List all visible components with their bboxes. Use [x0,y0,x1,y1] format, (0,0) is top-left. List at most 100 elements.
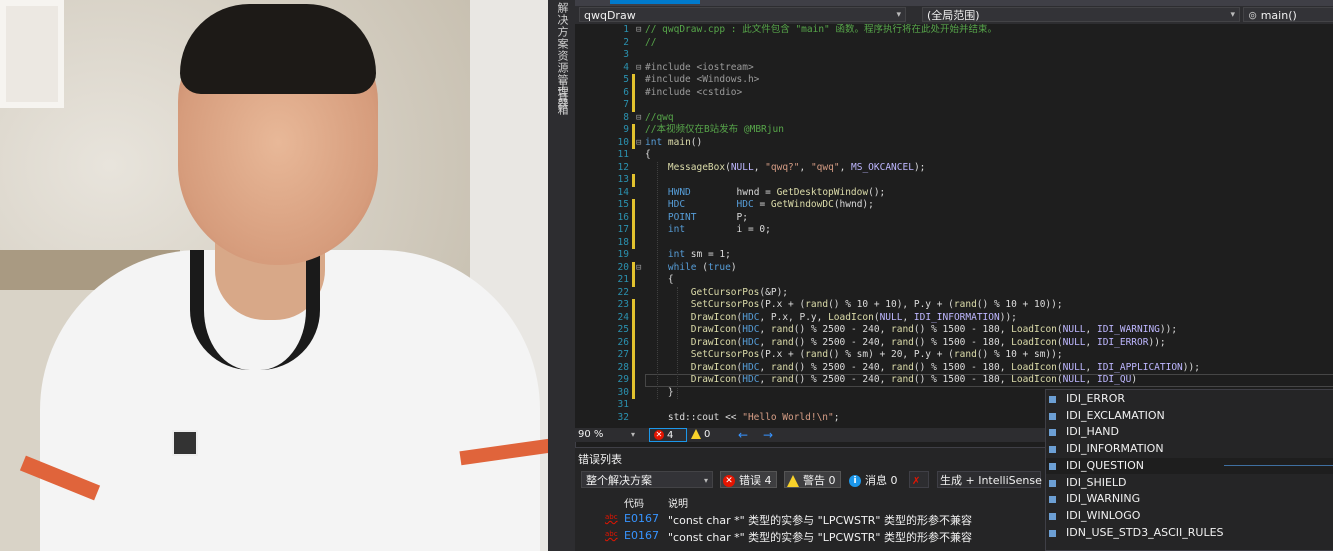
change-marker [632,261,635,274]
zoom-level: 90 % [578,429,604,440]
intellisense-item[interactable]: IDI_INFORMATION [1046,441,1333,458]
code-editor[interactable]: 1 ⊟ 2 3 4 ⊟ 5 6 7 8 ⊟ 9 10 ⊟ 11 12 13 14 15 16 17 18 19 20 ⊟ 21 22… [575,24,1333,428]
change-marker [632,211,635,224]
error-list-title: 错误列表 [578,453,622,466]
errors-filter-button[interactable]: ✕ 错误 4 [720,471,777,488]
change-marker [632,124,635,137]
scope-dropdown-label: (全局范围) [927,9,980,22]
change-marker [632,224,635,237]
line-number: 21 [617,274,629,285]
line-number: 22 [617,286,629,298]
intellisense-popup[interactable]: IDI_ERROR IDI_EXCLAMATION IDI_HAND IDI_INFO… [1045,389,1333,551]
line-number: 19 [617,249,629,260]
intellisense-item[interactable]: IDI_HAND [1046,424,1333,441]
warning-count-indicator[interactable]: 0 [691,428,710,442]
info-icon: i [849,475,861,487]
line-number-gutter: 1 ⊟ 2 3 4 ⊟ 5 6 7 8 ⊟ 9 10 ⊟ 11 12 13 14 15 16 17 18 19 20 ⊟ 21 22… [575,24,645,428]
change-marker [632,199,635,212]
line-number: 32 [617,411,629,423]
line-number: 2 [623,36,629,48]
fold-toggle-icon[interactable]: ⊟ [636,112,644,125]
column-description-header[interactable]: 说明 [668,495,688,510]
line-number: 25 [617,324,629,335]
intellisense-item[interactable]: IDI_SHIELD [1046,475,1333,492]
previous-error-arrow-icon[interactable]: ← [738,428,748,442]
intellisense-item[interactable]: IDN_USE_STD3_ASCII_RULES [1046,525,1333,542]
change-marker [632,311,635,324]
intellisense-item[interactable]: IDI_ERROR [1046,391,1333,408]
line-number: 3 [623,49,629,60]
code-line: int sm = 1; [667,249,731,260]
intellisense-item-label: IDI_QUESTION [1066,458,1144,472]
filter-icon: ✗ [912,476,921,487]
code-line: DrawIcon(HDC, rand() % 2500 - 240, rand(… [690,336,1166,348]
project-dropdown-label: qwqDraw [584,9,636,22]
code-line: // qwqDraw.cpp : 此文件包含 "main" 函数。程序执行将在此… [645,24,997,35]
scope-dropdown[interactable]: (全局范围) ▾ [922,7,1240,22]
intellisense-item[interactable]: IDI_EXCLAMATION [1046,408,1333,425]
warnings-filter-button[interactable]: 警告 0 [784,471,841,488]
fold-toggle-icon[interactable]: ⊟ [636,262,644,275]
error-code-link[interactable]: E0167 [624,512,659,525]
next-error-arrow-icon[interactable]: → [763,428,773,442]
macro-icon [1049,496,1056,504]
line-number: 15 [617,199,629,210]
line-number: 26 [617,336,629,348]
zoom-dropdown[interactable]: 90 % ▾ [578,428,635,442]
line-number: 10 [617,136,629,148]
code-line: DrawIcon(HDC, rand() % 2500 - 240, rand(… [690,361,1200,373]
active-document-tab[interactable] [610,0,700,4]
project-dropdown[interactable]: qwqDraw ▾ [579,7,906,22]
warning-icon [787,475,799,487]
column-code-header[interactable]: 代码 [624,495,644,510]
intellisense-item[interactable]: IDI_WINLOGO [1046,508,1333,525]
line-number: 8 [623,111,629,123]
code-line: DrawIcon(HDC, rand() % 2500 - 240, rand(… [690,374,1138,385]
change-marker [632,349,635,362]
line-number: 6 [623,86,629,98]
line-number: 27 [617,349,629,360]
error-description: "const char *" 类型的实参与 "LPCWSTR" 类型的形参不兼容 [668,531,972,544]
line-number: 5 [623,74,629,85]
intellisense-item-label: IDI_INFORMATION [1066,442,1164,456]
chevron-down-icon: ▾ [896,10,901,20]
code-line: #include <cstdio> [645,86,743,98]
code-line: #include <Windows.h> [645,74,760,85]
error-icon: ✕ [723,475,735,487]
change-marker [632,324,635,337]
line-number: 29 [617,374,629,385]
toolbox-tab[interactable]: 工具箱 [554,80,570,116]
error-code-link[interactable]: E0167 [624,529,659,542]
error-count: 4 [667,430,674,441]
change-marker [632,361,635,374]
fold-toggle-icon[interactable]: ⊟ [636,24,644,37]
intellisense-item[interactable]: IDI_WARNING [1046,491,1333,508]
error-scope-dropdown[interactable]: 整个解决方案 ▾ [581,471,713,488]
intellisense-item-label: IDI_ERROR [1066,392,1125,405]
intellisense-item[interactable]: IDI_QUESTION [1046,457,1333,475]
intellisense-item-label: IDI_EXCLAMATION [1066,408,1165,422]
intellisense-item-label: IDI_SHIELD [1066,475,1127,489]
code-line: GetCursorPos(&P); [690,286,789,298]
fold-toggle-icon[interactable]: ⊟ [636,137,644,150]
change-marker [632,174,635,187]
build-intellisense-dropdown[interactable]: 生成 + IntelliSense [937,471,1042,488]
fold-toggle-icon[interactable]: ⊟ [636,62,644,75]
chevron-down-icon: ▾ [630,430,635,439]
macro-icon [1049,529,1056,537]
error-count-indicator[interactable]: ✕ 4 [649,428,687,442]
line-number: 16 [617,211,629,223]
messages-filter-button[interactable]: i 消息 0 [846,471,903,488]
filter-toggle-button[interactable]: ✗ [909,471,929,488]
macro-icon [1049,396,1056,403]
macro-icon [1049,479,1056,487]
code-line: #include <iostream> [645,61,754,73]
line-number: 23 [617,299,629,310]
member-dropdown[interactable]: ⊚ main() [1243,7,1333,22]
code-line: // [645,36,657,48]
code-line: int i = 0; [667,224,771,235]
line-number: 30 [617,386,629,398]
code-line: HDC HDC = GetWindowDC(hwnd); [667,199,874,210]
side-tool-tabs: 解决方案资源管理器 工具箱 [548,0,576,551]
error-squiggle-icon: abc [605,513,618,521]
